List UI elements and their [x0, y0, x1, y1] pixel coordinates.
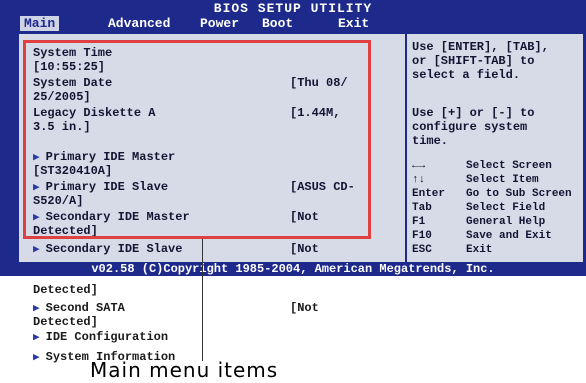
- tab-boot[interactable]: Boot: [262, 16, 293, 31]
- ide-configuration-item[interactable]: ▶ IDE Configuration: [33, 330, 168, 345]
- secondary-ide-slave-item[interactable]: ▶ Secondary IDE Slave: [33, 242, 182, 257]
- key-tab: Tab: [412, 202, 432, 214]
- key-desc-select-field: Select Field: [466, 202, 546, 214]
- key-f10: F10: [412, 230, 432, 242]
- key-f1: F1: [412, 216, 426, 228]
- tab-advanced[interactable]: Advanced: [108, 16, 170, 31]
- submenu-arrow-icon: ▶: [33, 352, 40, 364]
- key-desc-general-help: General Help: [466, 216, 546, 228]
- bios-title: BIOS SETUP UTILITY: [213, 1, 373, 16]
- second-sata-label: Second SATA: [45, 301, 125, 315]
- annotation-leader-line: [202, 239, 203, 361]
- help-line-5: configure system: [412, 120, 528, 134]
- second-sata-value-wrap: Detected]: [33, 315, 98, 329]
- ide-configuration-label: IDE Configuration: [45, 330, 169, 344]
- key-desc-exit: Exit: [466, 244, 493, 256]
- help-line-2: or [SHIFT-TAB] to: [412, 54, 535, 68]
- help-line-4: Use [+] or [-] to: [412, 106, 535, 120]
- help-line-3: select a field.: [412, 68, 521, 82]
- key-arrows-lr: ←→: [412, 160, 426, 172]
- main-menu-highlight-box: [23, 40, 371, 239]
- panel-divider: [405, 34, 407, 262]
- tab-exit[interactable]: Exit: [338, 16, 369, 31]
- tab-main[interactable]: Main: [20, 16, 60, 31]
- submenu-arrow-icon: ▶: [33, 303, 40, 315]
- second-sata-value: [Not: [290, 301, 319, 315]
- help-line-6: time.: [412, 134, 449, 148]
- secondary-ide-slave-value: [Not: [290, 242, 319, 256]
- key-desc-sub-screen: Go to Sub Screen: [466, 188, 572, 200]
- secondary-ide-slave-label: Secondary IDE Slave: [45, 242, 183, 256]
- submenu-arrow-icon: ▶: [33, 332, 40, 344]
- submenu-arrow-icon: ▶: [33, 244, 40, 256]
- annotation-label: Main menu items: [90, 358, 279, 382]
- key-desc-save-exit: Save and Exit: [466, 230, 552, 242]
- first-sata-value-wrap: Detected]: [33, 283, 98, 297]
- key-arrows-ud: ↑↓: [412, 174, 426, 186]
- key-esc: ESC: [412, 244, 432, 256]
- bios-menu-bar: BIOS SETUP UTILITY Main Advanced Power B…: [0, 0, 586, 34]
- second-sata-item[interactable]: ▶ Second SATA: [33, 301, 125, 316]
- key-desc-select-item: Select Item: [466, 174, 539, 186]
- tab-power[interactable]: Power: [200, 16, 239, 31]
- copyright-footer: v02.58 (C)Copyright 1985-2004, American …: [0, 262, 586, 276]
- key-desc-select-screen: Select Screen: [466, 160, 552, 172]
- help-line-1: Use [ENTER], [TAB],: [412, 40, 549, 54]
- key-enter: Enter: [412, 188, 446, 200]
